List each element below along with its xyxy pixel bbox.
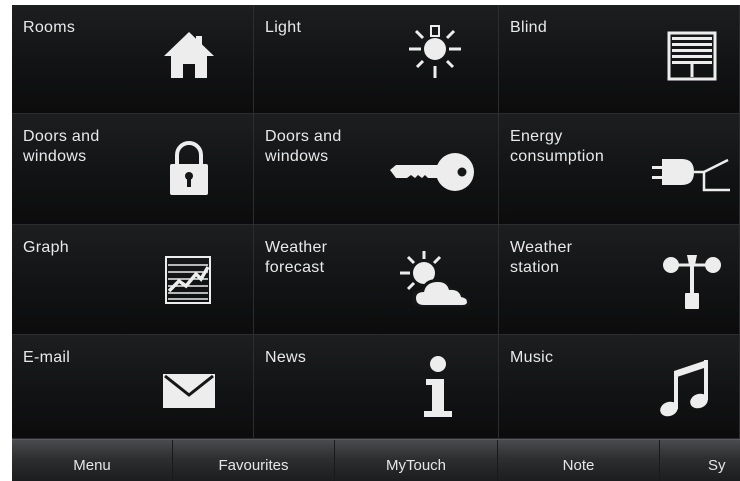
tile-label: Energy consumption (510, 128, 605, 165)
tile-label: Weather station (510, 239, 573, 276)
sun-cloud-icon (396, 249, 474, 311)
tile-graph[interactable]: Graph (12, 225, 254, 335)
tile-weather-forecast[interactable]: Weather forecast (254, 225, 499, 335)
anemometer-icon (659, 251, 725, 313)
blind-icon (667, 31, 717, 81)
nav-menu-button[interactable]: Menu (12, 440, 173, 481)
tile-label: Weather forecast (265, 239, 328, 276)
tile-label: Light (265, 19, 302, 36)
tile-blind[interactable]: Blind (499, 5, 740, 114)
tile-rooms[interactable]: Rooms (12, 5, 254, 114)
nav-mytouch-button[interactable]: MyTouch (335, 440, 498, 481)
tile-e-mail[interactable]: E-mail (12, 335, 254, 439)
envelope-icon (162, 373, 216, 409)
function-grid: Rooms Light Blind Doors and windows Door… (12, 5, 740, 439)
key-icon (388, 152, 478, 192)
touch-panel-screen: Rooms Light Blind Doors and windows Door… (12, 5, 740, 481)
tile-label: Graph (23, 239, 69, 256)
tile-music[interactable]: Music (499, 335, 740, 439)
nav-favourites-button[interactable]: Favourites (173, 440, 335, 481)
tile-label: Doors and windows (265, 128, 342, 165)
tile-energy-consumption[interactable]: Energy consumption (499, 114, 740, 225)
tile-label: Blind (510, 19, 548, 36)
power-plug-icon (652, 154, 732, 194)
tile-doors-and-windows-lock[interactable]: Doors and windows (12, 114, 254, 225)
info-icon (420, 355, 456, 419)
tile-doors-and-windows-key[interactable]: Doors and windows (254, 114, 499, 225)
tile-news[interactable]: News (254, 335, 499, 439)
nav-system-button[interactable]: Sy (660, 440, 740, 481)
tile-weather-station[interactable]: Weather station (499, 225, 740, 335)
tile-label: Rooms (23, 19, 76, 36)
tile-label: Doors and windows (23, 128, 100, 165)
tile-light[interactable]: Light (254, 5, 499, 114)
nav-note-button[interactable]: Note (498, 440, 660, 481)
bottom-navigation-bar: Menu Favourites MyTouch Note Sy (12, 439, 740, 481)
house-icon (162, 30, 216, 80)
padlock-icon (167, 141, 211, 197)
tile-label: Music (510, 349, 554, 366)
graph-icon (164, 255, 212, 305)
music-note-icon (659, 357, 713, 419)
light-bulb-icon (407, 23, 463, 83)
tile-label: News (265, 349, 307, 366)
tile-label: E-mail (23, 349, 71, 366)
